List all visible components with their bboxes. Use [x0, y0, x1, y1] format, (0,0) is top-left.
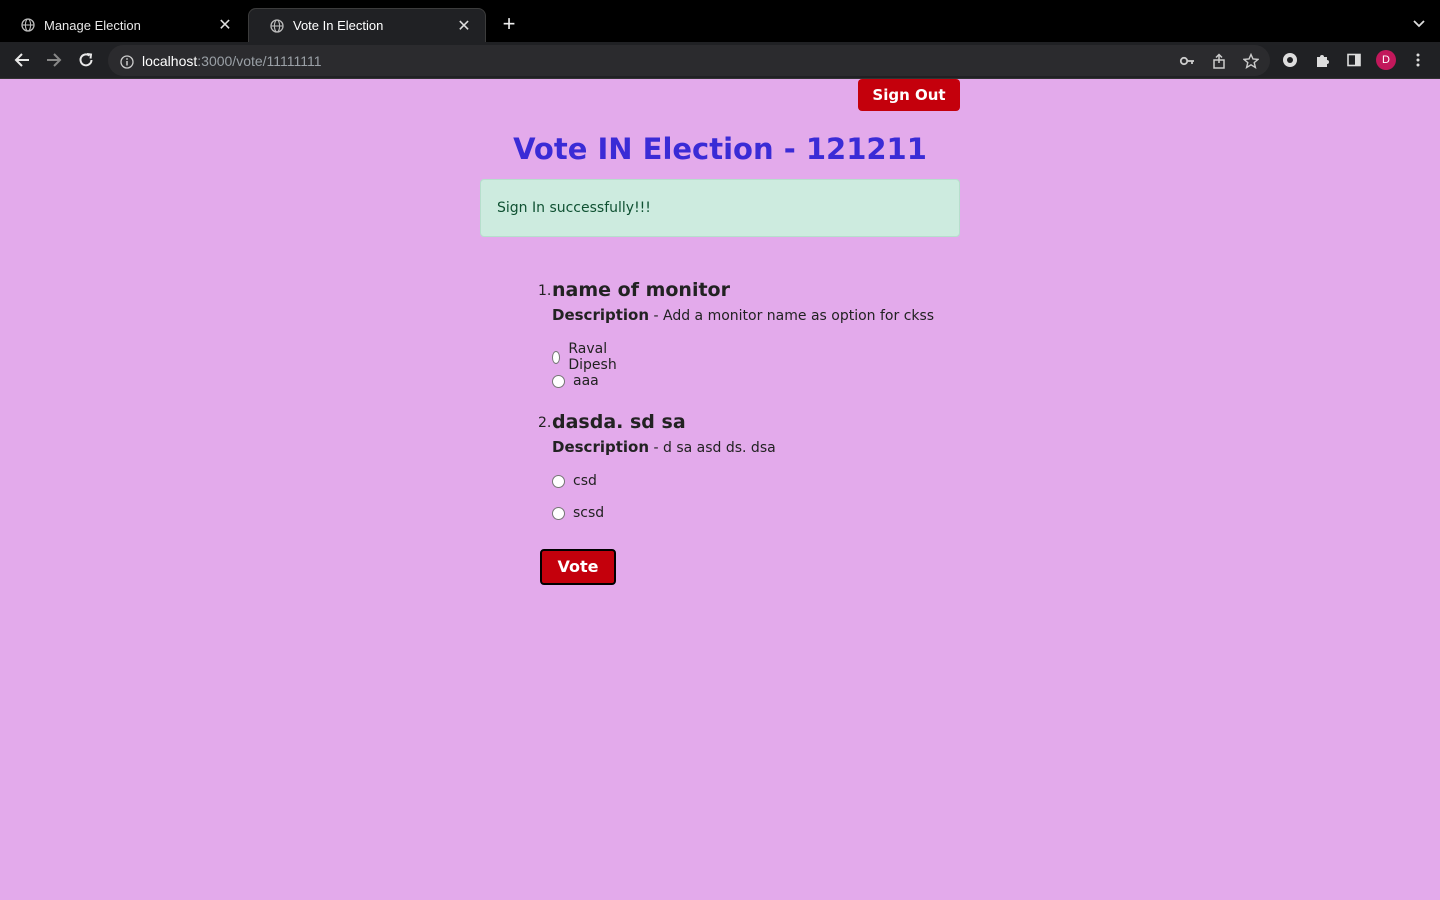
question-number: 2.: [538, 415, 552, 431]
tab-vote-in-election[interactable]: Vote In Election ✕: [248, 8, 486, 42]
tab-title: Manage Election: [44, 17, 141, 33]
menu-dots-icon[interactable]: [1408, 50, 1428, 70]
question-number: 1.: [538, 283, 552, 299]
option-raval-dipesh[interactable]: Raval Dipesh: [552, 341, 621, 373]
option-label: Raval Dipesh: [568, 341, 617, 373]
close-icon[interactable]: ✕: [455, 17, 473, 35]
question-description: Description - d sa asd ds. dsa: [552, 438, 776, 456]
vote-button[interactable]: Vote: [540, 549, 616, 585]
globe-icon: [269, 18, 285, 34]
radio-button[interactable]: [552, 374, 565, 388]
extension-icon[interactable]: [1280, 50, 1300, 70]
bookmark-star-icon[interactable]: [1242, 52, 1260, 70]
page-title: Vote IN Election - 121211: [513, 132, 927, 166]
description-text: - Add a monitor name as option for ckss: [649, 308, 935, 324]
radio-button[interactable]: [552, 350, 561, 364]
address-bar[interactable]: localhost:3000/vote/11111111: [108, 45, 1270, 76]
radio-button[interactable]: [552, 506, 565, 520]
sign-out-button[interactable]: Sign Out: [858, 79, 960, 111]
browser-toolbar: localhost:3000/vote/11111111: [0, 42, 1440, 79]
close-icon[interactable]: ✕: [216, 16, 234, 34]
description-text: - d sa asd ds. dsa: [649, 440, 776, 456]
option-label: aaa: [573, 373, 599, 389]
description-label: Description: [552, 306, 650, 324]
option-aaa[interactable]: aaa: [552, 373, 599, 389]
url-path: :3000/vote/11111111: [197, 52, 322, 69]
success-alert: Sign In successfully!!!: [480, 179, 960, 237]
question-title: name of monitor: [552, 279, 730, 301]
tab-title: Vote In Election: [293, 18, 384, 33]
side-panel-icon[interactable]: [1344, 50, 1364, 70]
radio-button[interactable]: [552, 474, 565, 488]
profile-avatar[interactable]: D: [1376, 50, 1396, 70]
puzzle-icon[interactable]: [1312, 50, 1332, 70]
info-icon[interactable]: [120, 54, 134, 69]
share-icon[interactable]: [1210, 52, 1228, 70]
chevron-down-icon[interactable]: [1412, 15, 1426, 29]
url-text: localhost:3000/vote/11111111: [142, 53, 322, 69]
url-host: localhost: [142, 52, 198, 69]
back-icon[interactable]: [12, 50, 32, 70]
question-description: Description - Add a monitor name as opti…: [552, 306, 934, 324]
option-csd[interactable]: csd: [552, 473, 597, 489]
tab-strip: Manage Election ✕ Vote In Election ✕ +: [0, 0, 1440, 42]
key-icon[interactable]: [1178, 52, 1196, 70]
tab-manage-election[interactable]: Manage Election ✕: [0, 8, 246, 42]
description-label: Description: [552, 438, 650, 456]
forward-icon[interactable]: [44, 50, 64, 70]
globe-icon: [20, 17, 36, 33]
option-label: csd: [573, 473, 597, 489]
reload-icon[interactable]: [76, 50, 96, 70]
new-tab-button[interactable]: +: [498, 13, 520, 35]
option-label: scsd: [573, 505, 605, 521]
alert-message: Sign In successfully!!!: [497, 200, 651, 216]
question-title: dasda. sd sa: [552, 411, 686, 433]
option-scsd[interactable]: scsd: [552, 505, 604, 521]
